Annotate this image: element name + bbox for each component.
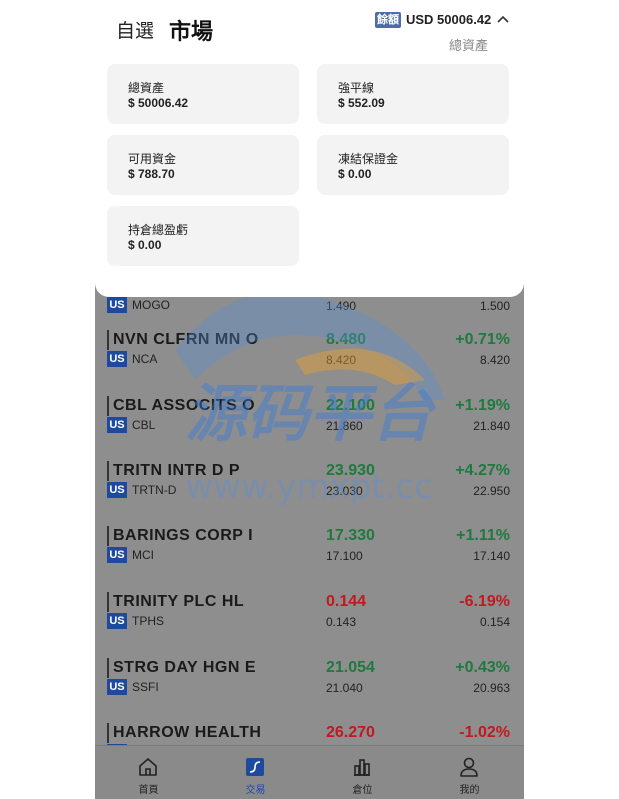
balance-value[interactable]: USD 50006.42 [406,12,491,28]
stock-row[interactable]: NVN CLFRN MN O US NCA 8.480 8.420 +0.71% 8.420 [95,330,524,390]
nav-trade[interactable]: 交易 [202,746,309,799]
nav-position[interactable]: 倉位 [309,746,416,799]
card-label: 凍結保證金 [338,152,399,166]
app-screen: US MOGO 1.490 1.500 NVN CLFRN MN O US NCA 8.480… [95,0,524,799]
stock-code: TPHS [132,614,165,628]
stock-reference-price: 21.840 [473,419,510,433]
stock-name: BARINGS CORP I [107,526,253,546]
market-badge: US [107,482,127,498]
balance-subtitle: 總資產 [449,38,489,53]
stock-reference-price: 1.500 [479,299,510,313]
tab-watchlist[interactable]: 自選 [116,16,154,43]
stock-prev-price: 8.420 [326,353,357,367]
nav-home[interactable]: 首頁 [95,746,202,799]
card-value: $ 552.09 [338,96,385,110]
nav-label: 我的 [459,785,480,796]
stock-prev-price: 1.490 [326,299,357,313]
stock-change-percent: +1.11% [456,527,510,544]
market-badge: US [107,679,127,695]
stock-row[interactable]: TRINITY PLC HL US TPHS 0.144 0.143 -6.19% 0.15… [95,592,524,652]
market-badge: US [107,613,127,629]
stock-reference-price: 0.154 [479,615,510,629]
stock-prev-price: 17.100 [326,549,363,563]
nav-label: 交易 [245,785,266,796]
stock-price: 0.144 [326,593,367,610]
card-value: $ 0.00 [128,238,162,252]
chevron-up-icon[interactable] [495,12,511,28]
stock-reference-price: 17.140 [473,549,510,563]
card-position-pnl: 持倉總盈虧 $ 0.00 [107,206,299,266]
stock-change-percent: -1.02% [459,724,510,741]
card-frozen-margin: 凍結保證金 $ 0.00 [317,135,509,195]
stock-name: HARROW HEALTH [107,723,261,743]
card-label: 總資產 [128,81,165,95]
balance-tag: 餘額 [375,12,401,28]
stock-change-percent: +0.71% [455,331,510,348]
market-badge: US [107,351,127,367]
stock-code: CBL [132,418,156,432]
stock-code: MCI [132,548,154,562]
stock-name: TRITN INTR D P [107,461,240,481]
card-value: $ 788.70 [128,167,175,181]
stock-reference-price: 22.950 [473,484,510,498]
stock-code: TRTN-D [132,483,177,497]
market-badge: US [107,547,127,563]
stock-prev-price: 21.860 [326,419,363,433]
nav-label: 倉位 [352,785,373,796]
stock-name: STRG DAY HGN E [107,658,256,678]
card-label: 可用資金 [128,152,177,166]
stock-reference-price: 8.420 [479,353,510,367]
stock-prev-price: 21.040 [326,681,363,695]
stock-name: NVN CLFRN MN O [107,330,259,350]
stock-row[interactable]: CBL ASSOCITS O US CBL 22.100 21.860 +1.19% 21.… [95,396,524,456]
card-total-assets: 總資產 $ 50006.42 [107,64,299,124]
stock-prev-price: 0.143 [326,615,357,629]
stock-row[interactable]: BARINGS CORP I US MCI 17.330 17.100 +1.11% 17.… [95,526,524,586]
stock-row[interactable]: STRG DAY HGN E US SSFI 21.054 21.040 +0.43% 20… [95,658,524,718]
stock-change-percent: +0.43% [455,659,510,676]
card-label: 強平線 [338,81,375,95]
home-icon [139,758,157,776]
bottom-nav: 首頁 交易 倉位 我的 [95,745,524,799]
card-label: 持倉總盈虧 [128,223,189,237]
stock-row[interactable]: TRITN INTR D P US TRTN-D 23.930 23.030 +4.27%… [95,461,524,521]
market-badge: US [107,417,127,433]
user-icon [460,757,478,777]
trade-icon [246,758,264,776]
stock-price: 17.330 [326,527,375,544]
stock-change-percent: +1.19% [455,397,510,414]
card-available-funds: 可用資金 $ 788.70 [107,135,299,195]
stock-price: 23.930 [326,462,375,479]
market-badge: US [107,297,127,313]
nav-label: 首頁 [138,785,159,796]
stock-name: TRINITY PLC HL [107,592,244,612]
stock-reference-price: 20.963 [473,681,510,695]
card-value: $ 50006.42 [128,96,189,110]
stock-code: SSFI [132,680,159,694]
stock-name: CBL ASSOCITS O [107,396,255,416]
stock-price: 22.100 [326,397,375,414]
stock-code: NCA [132,352,158,366]
position-icon [354,759,370,776]
asset-panel: 自選 市場 餘額 USD 50006.42 總資產 總資產 $ 50006.42… [95,0,524,297]
tab-market[interactable]: 市場 [169,14,213,46]
stock-code: MOGO [132,298,170,312]
card-liquidation-line: 強平線 $ 552.09 [317,64,509,124]
card-value: $ 0.00 [338,167,372,181]
stock-prev-price: 23.030 [326,484,363,498]
stock-change-percent: -6.19% [459,593,510,610]
stock-change-percent: +4.27% [455,462,510,479]
stock-price: 8.480 [326,331,367,348]
stock-price: 26.270 [326,724,375,741]
nav-profile[interactable]: 我的 [416,746,523,799]
stock-price: 21.054 [326,659,375,676]
